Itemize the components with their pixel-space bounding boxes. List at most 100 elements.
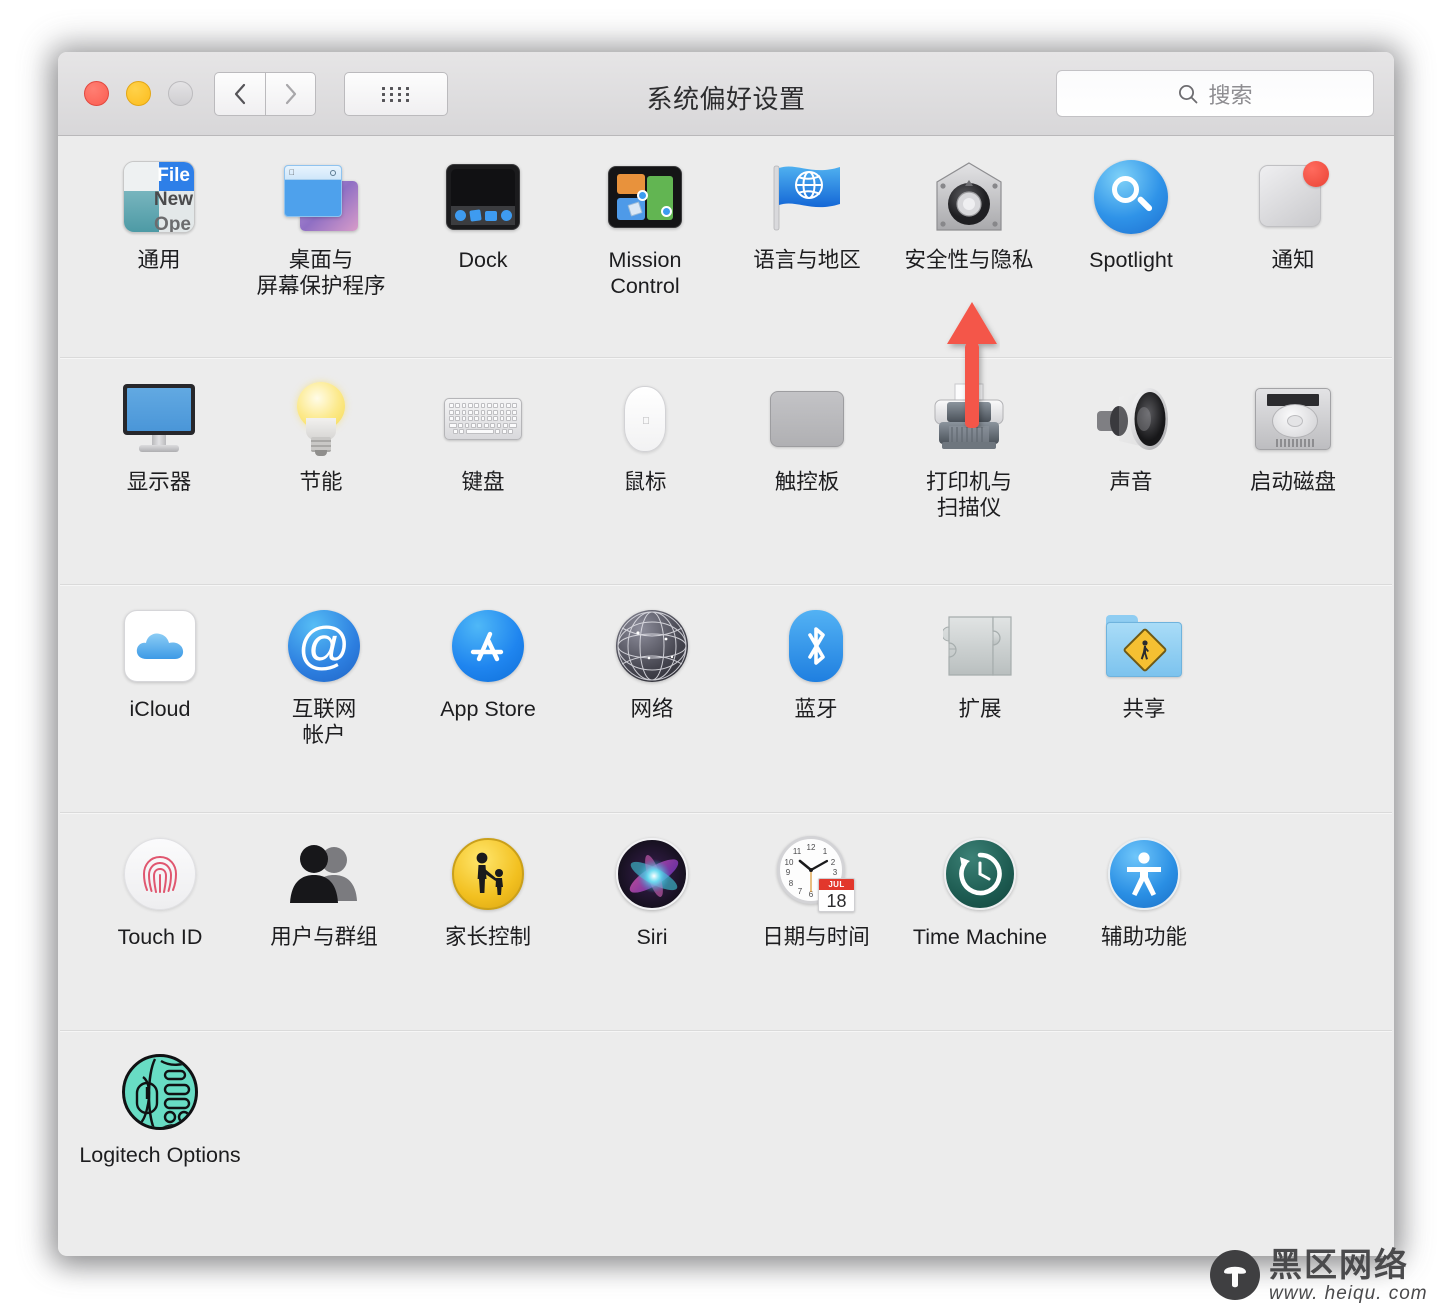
pref-item-users[interactable]: 用户与群组: [242, 813, 406, 950]
minimize-button[interactable]: [126, 81, 151, 106]
back-button[interactable]: [214, 72, 265, 116]
pref-label: 网络: [630, 697, 674, 721]
trackpad-icon: [768, 380, 846, 458]
pref-label: Touch ID: [117, 925, 203, 949]
calendar-month: JUL: [819, 879, 854, 890]
pref-item-displays[interactable]: 显示器: [78, 358, 240, 521]
pref-item-trackpad[interactable]: 触控板: [726, 358, 888, 521]
close-button[interactable]: [84, 81, 109, 106]
fingerprint-icon: [121, 835, 199, 913]
svg-text:12: 12: [807, 843, 816, 852]
chevron-right-icon: [285, 83, 296, 105]
preferences-row-personal: FileNewOpe 通用  桌面与 屏幕保护程序: [60, 136, 1392, 358]
general-icon: File New Ope: [120, 158, 198, 236]
pref-label: 桌面与 屏幕保护程序: [256, 248, 386, 298]
forward-button[interactable]: [265, 72, 316, 116]
watermark-url: www. heiqu. com: [1269, 1282, 1428, 1304]
search-placeholder: 搜索: [1208, 82, 1253, 108]
pref-item-sharing[interactable]: 共享: [1062, 585, 1226, 748]
zoom-button[interactable]: [168, 81, 193, 106]
pref-label: 语言与地区: [753, 248, 861, 272]
chevron-left-icon: [234, 83, 246, 105]
svg-text:10: 10: [785, 858, 794, 867]
pref-item-accounts[interactable]: @ 互联网 帐户: [242, 585, 406, 748]
app-store-icon: [449, 607, 527, 685]
preferences-row-system: Touch ID 用户与群组 家长控制 Siri 12 1 2 3 6 7 8 …: [60, 813, 1392, 1031]
pref-item-network[interactable]: 网络: [570, 585, 734, 748]
pref-item-printers[interactable]: 打印机与 扫描仪: [888, 358, 1050, 521]
pref-item-keyboard[interactable]: 键盘: [402, 358, 564, 521]
system-preferences-window: 系统偏好设置 搜索 File New Ope 通用 桌面与 屏幕保护程序 Doc…: [58, 52, 1394, 1256]
pref-label: 辅助功能: [1100, 925, 1187, 949]
pref-label: 安全性与隐私: [904, 248, 1034, 272]
pref-item-mouse[interactable]:  鼠标: [564, 358, 726, 521]
printer-icon: [930, 380, 1008, 458]
pref-item-mission-control[interactable]: Mission Control: [564, 136, 726, 299]
pref-label: iCloud: [129, 697, 191, 721]
notifications-icon: [1254, 158, 1332, 236]
svg-text:9: 9: [786, 868, 791, 877]
spotlight-magnifier-icon: [1092, 158, 1170, 236]
pref-item-touchid[interactable]: Touch ID: [78, 813, 242, 950]
watermark: 黑区网络 www. heiqu. com: [1210, 1246, 1446, 1304]
pref-item-icloud[interactable]: iCloud: [78, 585, 242, 748]
watermark-logo-icon: [1210, 1250, 1260, 1300]
pref-item-language[interactable]: 语言与地区: [726, 136, 888, 299]
pref-label: 蓝牙: [794, 697, 838, 721]
pref-item-accessibility[interactable]: 辅助功能: [1062, 813, 1226, 950]
pref-label: Siri: [636, 925, 668, 949]
pref-label: 键盘: [461, 470, 505, 494]
pref-item-security[interactable]: 安全性与隐私: [888, 136, 1050, 299]
pref-label: 日期与时间: [762, 925, 870, 949]
show-all-button[interactable]: [344, 72, 448, 116]
pref-item-energy[interactable]: 节能: [240, 358, 402, 521]
clock-calendar-icon: 1212 345 678 91011: [777, 835, 855, 913]
pref-item-extensions[interactable]: 扩展: [898, 585, 1062, 748]
parental-controls-icon: [449, 835, 527, 913]
pref-item-spotlight[interactable]: Spotlight: [1050, 136, 1212, 299]
pref-item-appstore[interactable]: App Store: [406, 585, 570, 748]
pref-label: 启动磁盘: [1249, 470, 1336, 494]
pref-item-parental[interactable]: 家长控制: [406, 813, 570, 950]
pref-label: 通用: [137, 248, 181, 272]
pref-item-siri[interactable]: Siri: [570, 813, 734, 950]
dock-icon: [444, 158, 522, 236]
desktop-background: 系统偏好设置 搜索 File New Ope 通用 桌面与 屏幕保护程序 Doc…: [0, 0, 1452, 1312]
search-input[interactable]: 搜索: [1056, 70, 1374, 117]
svg-text:3: 3: [833, 868, 838, 877]
display-monitor-icon: [120, 380, 198, 458]
pref-item-logitech-options[interactable]: Logitech Options: [78, 1031, 242, 1168]
time-machine-icon: [941, 835, 1019, 913]
watermark-text: 黑区网络 www. heiqu. com: [1269, 1248, 1428, 1303]
pref-label: 触控板: [774, 470, 840, 494]
grid-dots-icon: [381, 86, 411, 102]
pref-item-notifications[interactable]: 通知: [1212, 136, 1374, 299]
pref-label: Logitech Options: [79, 1143, 241, 1167]
calendar-day: 18: [826, 891, 847, 911]
pref-label: 用户与群组: [270, 925, 378, 949]
siri-orb-icon: [613, 835, 691, 913]
watermark-site-name: 黑区网络: [1269, 1245, 1409, 1283]
pref-item-timemachine[interactable]: Time Machine: [898, 813, 1062, 950]
pref-label: App Store: [440, 697, 536, 721]
pref-label: 通知: [1271, 248, 1315, 272]
pref-item-dock[interactable]: Dock: [402, 136, 564, 299]
pref-label: 鼠标: [623, 470, 667, 494]
security-privacy-safe-icon: [930, 158, 1008, 236]
notification-badge: [1303, 161, 1329, 187]
logitech-options-icon: [121, 1053, 199, 1131]
pref-label: Spotlight: [1089, 248, 1173, 272]
pref-label: 互联网 帐户: [291, 697, 357, 747]
navigation-buttons: [214, 72, 316, 116]
pref-item-desktop[interactable]:  桌面与 屏幕保护程序: [240, 136, 402, 299]
pref-item-bluetooth[interactable]: 蓝牙: [734, 585, 898, 748]
svg-text:7: 7: [798, 887, 803, 896]
window-titlebar: 系统偏好设置 搜索: [58, 52, 1394, 136]
pref-label: Time Machine: [912, 925, 1048, 949]
pref-item-startupdisk[interactable]: 启动磁盘: [1212, 358, 1374, 521]
pref-item-datetime[interactable]: 1212 345 678 91011: [734, 813, 898, 950]
preferences-row-internet: iCloud @ 互联网 帐户 App Store 网络 蓝牙 扩展 共享: [60, 585, 1392, 813]
keyboard-icon: [444, 380, 522, 458]
pref-item-sound[interactable]: 声音: [1050, 358, 1212, 521]
pref-item-general[interactable]: File New Ope 通用: [78, 136, 240, 299]
